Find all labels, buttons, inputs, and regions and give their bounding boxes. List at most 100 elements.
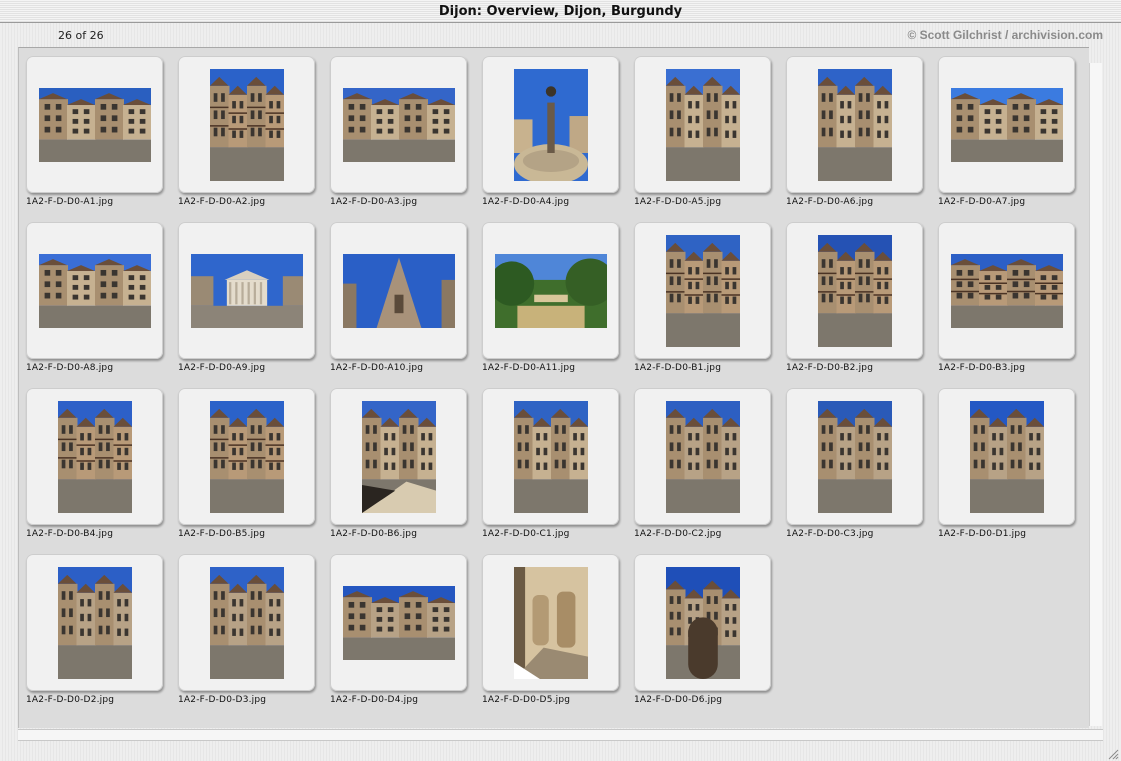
slide-mount[interactable]	[330, 222, 467, 359]
slide-mount[interactable]	[482, 388, 619, 525]
thumbnail-filename: 1A2-F-D-D0-A2.jpg	[178, 197, 266, 207]
slide-mount[interactable]	[178, 388, 315, 525]
thumbnail-grid: 1A2-F-D-D0-A1.jpg 1A2-F-D-D0-A2.jpg 1A2-F-…	[18, 47, 1089, 728]
thumbnail-cell[interactable]: 1A2-F-D-D0-A4.jpg	[475, 48, 627, 208]
photo-thumbnail[interactable]	[342, 253, 455, 328]
thumbnail-cell[interactable]: 1A2-F-D-D0-C2.jpg	[627, 380, 779, 540]
slide-mount[interactable]	[26, 388, 163, 525]
slide-mount[interactable]	[26, 554, 163, 691]
thumbnail-filename: 1A2-F-D-D0-B4.jpg	[26, 529, 114, 539]
thumbnail-cell[interactable]: 1A2-F-D-D0-A8.jpg	[19, 214, 171, 374]
thumbnail-filename: 1A2-F-D-D0-D1.jpg	[938, 529, 1027, 539]
photo-thumbnail[interactable]	[969, 400, 1044, 513]
window-title: Dijon: Overview, Dijon, Burgundy	[438, 4, 683, 19]
thumbnail-filename: 1A2-F-D-D0-B6.jpg	[330, 529, 418, 539]
horizontal-scrollbar[interactable]	[18, 729, 1103, 741]
slide-mount[interactable]	[634, 56, 771, 193]
vertical-scrollbar[interactable]	[1089, 63, 1102, 726]
thumbnail-cell[interactable]: 1A2-F-D-D0-A7.jpg	[931, 48, 1083, 208]
thumbnail-cell[interactable]: 1A2-F-D-D0-A2.jpg	[171, 48, 323, 208]
thumbnail-cell[interactable]: 1A2-F-D-D0-B2.jpg	[779, 214, 931, 374]
thumbnail-filename: 1A2-F-D-D0-B5.jpg	[178, 529, 266, 539]
thumbnail-filename: 1A2-F-D-D0-D2.jpg	[26, 695, 115, 705]
thumbnail-filename: 1A2-F-D-D0-B1.jpg	[634, 363, 722, 373]
thumbnail-filename: 1A2-F-D-D0-A4.jpg	[482, 197, 570, 207]
photo-thumbnail[interactable]	[817, 68, 892, 181]
thumbnail-cell[interactable]: 1A2-F-D-D0-D3.jpg	[171, 546, 323, 706]
photo-thumbnail[interactable]	[950, 253, 1063, 328]
photo-thumbnail[interactable]	[209, 400, 284, 513]
thumbnail-cell[interactable]: 1A2-F-D-D0-A1.jpg	[19, 48, 171, 208]
slide-mount[interactable]	[178, 554, 315, 691]
thumbnail-cell[interactable]: 1A2-F-D-D0-A9.jpg	[171, 214, 323, 374]
slide-mount[interactable]	[938, 56, 1075, 193]
thumbnail-cell[interactable]: 1A2-F-D-D0-A11.jpg	[475, 214, 627, 374]
slide-mount[interactable]	[330, 388, 467, 525]
thumbnail-cell[interactable]: 1A2-F-D-D0-A10.jpg	[323, 214, 475, 374]
slide-mount[interactable]	[634, 388, 771, 525]
resize-grip-icon[interactable]	[1105, 745, 1119, 760]
slide-mount[interactable]	[482, 56, 619, 193]
slide-mount[interactable]	[938, 388, 1075, 525]
photo-thumbnail[interactable]	[38, 253, 151, 328]
photo-thumbnail[interactable]	[342, 585, 455, 660]
slide-mount[interactable]	[634, 222, 771, 359]
photo-thumbnail[interactable]	[342, 87, 455, 162]
thumbnail-cell[interactable]: 1A2-F-D-D0-D5.jpg	[475, 546, 627, 706]
photo-thumbnail[interactable]	[57, 566, 132, 679]
thumbnail-cell[interactable]: 1A2-F-D-D0-A3.jpg	[323, 48, 475, 208]
photo-thumbnail[interactable]	[817, 400, 892, 513]
thumbnail-cell[interactable]: 1A2-F-D-D0-A6.jpg	[779, 48, 931, 208]
slide-mount[interactable]	[938, 222, 1075, 359]
thumbnail-filename: 1A2-F-D-D0-C1.jpg	[482, 529, 570, 539]
photo-thumbnail[interactable]	[513, 400, 588, 513]
photo-thumbnail[interactable]	[665, 400, 740, 513]
slide-mount[interactable]	[26, 56, 163, 193]
slide-mount[interactable]	[178, 222, 315, 359]
thumbnail-filename: 1A2-F-D-D0-D6.jpg	[634, 695, 723, 705]
thumbnail-cell[interactable]: 1A2-F-D-D0-D4.jpg	[323, 546, 475, 706]
title-bar[interactable]: Dijon: Overview, Dijon, Burgundy	[0, 0, 1121, 23]
thumbnail-cell[interactable]: 1A2-F-D-D0-B5.jpg	[171, 380, 323, 540]
thumbnail-cell[interactable]: 1A2-F-D-D0-B6.jpg	[323, 380, 475, 540]
photo-thumbnail[interactable]	[57, 400, 132, 513]
photo-thumbnail[interactable]	[361, 400, 436, 513]
photo-thumbnail[interactable]	[190, 253, 303, 328]
thumbnail-cell[interactable]: 1A2-F-D-D0-D1.jpg	[931, 380, 1083, 540]
photo-thumbnail[interactable]	[665, 566, 740, 679]
photo-thumbnail[interactable]	[38, 87, 151, 162]
slide-mount[interactable]	[330, 56, 467, 193]
thumbnail-cell[interactable]: 1A2-F-D-D0-A5.jpg	[627, 48, 779, 208]
thumbnail-cell[interactable]: 1A2-F-D-D0-D6.jpg	[627, 546, 779, 706]
slide-mount[interactable]	[178, 56, 315, 193]
photo-thumbnail[interactable]	[494, 253, 607, 328]
thumbnail-cell[interactable]: 1A2-F-D-D0-B1.jpg	[627, 214, 779, 374]
thumbnail-filename: 1A2-F-D-D0-D4.jpg	[330, 695, 419, 705]
photo-thumbnail[interactable]	[950, 87, 1063, 162]
slide-mount[interactable]	[26, 222, 163, 359]
photo-thumbnail[interactable]	[513, 68, 588, 181]
thumbnail-filename: 1A2-F-D-D0-A1.jpg	[26, 197, 114, 207]
photo-thumbnail[interactable]	[665, 68, 740, 181]
thumbnail-filename: 1A2-F-D-D0-A3.jpg	[330, 197, 418, 207]
slide-mount[interactable]	[634, 554, 771, 691]
slide-mount[interactable]	[482, 222, 619, 359]
slide-mount[interactable]	[330, 554, 467, 691]
photo-thumbnail[interactable]	[817, 234, 892, 347]
photo-thumbnail[interactable]	[209, 566, 284, 679]
thumbnail-cell[interactable]: 1A2-F-D-D0-B4.jpg	[19, 380, 171, 540]
slide-mount[interactable]	[786, 388, 923, 525]
thumbnail-filename: 1A2-F-D-D0-A5.jpg	[634, 197, 722, 207]
thumbnail-cell[interactable]: 1A2-F-D-D0-D2.jpg	[19, 546, 171, 706]
slide-mount[interactable]	[482, 554, 619, 691]
photo-thumbnail[interactable]	[665, 234, 740, 347]
photo-thumbnail[interactable]	[209, 68, 284, 181]
thumbnail-cell[interactable]: 1A2-F-D-D0-C1.jpg	[475, 380, 627, 540]
thumbnail-filename: 1A2-F-D-D0-A10.jpg	[330, 363, 424, 373]
thumbnail-filename: 1A2-F-D-D0-B2.jpg	[786, 363, 874, 373]
thumbnail-cell[interactable]: 1A2-F-D-D0-B3.jpg	[931, 214, 1083, 374]
slide-mount[interactable]	[786, 222, 923, 359]
thumbnail-cell[interactable]: 1A2-F-D-D0-C3.jpg	[779, 380, 931, 540]
photo-thumbnail[interactable]	[513, 566, 588, 679]
slide-mount[interactable]	[786, 56, 923, 193]
